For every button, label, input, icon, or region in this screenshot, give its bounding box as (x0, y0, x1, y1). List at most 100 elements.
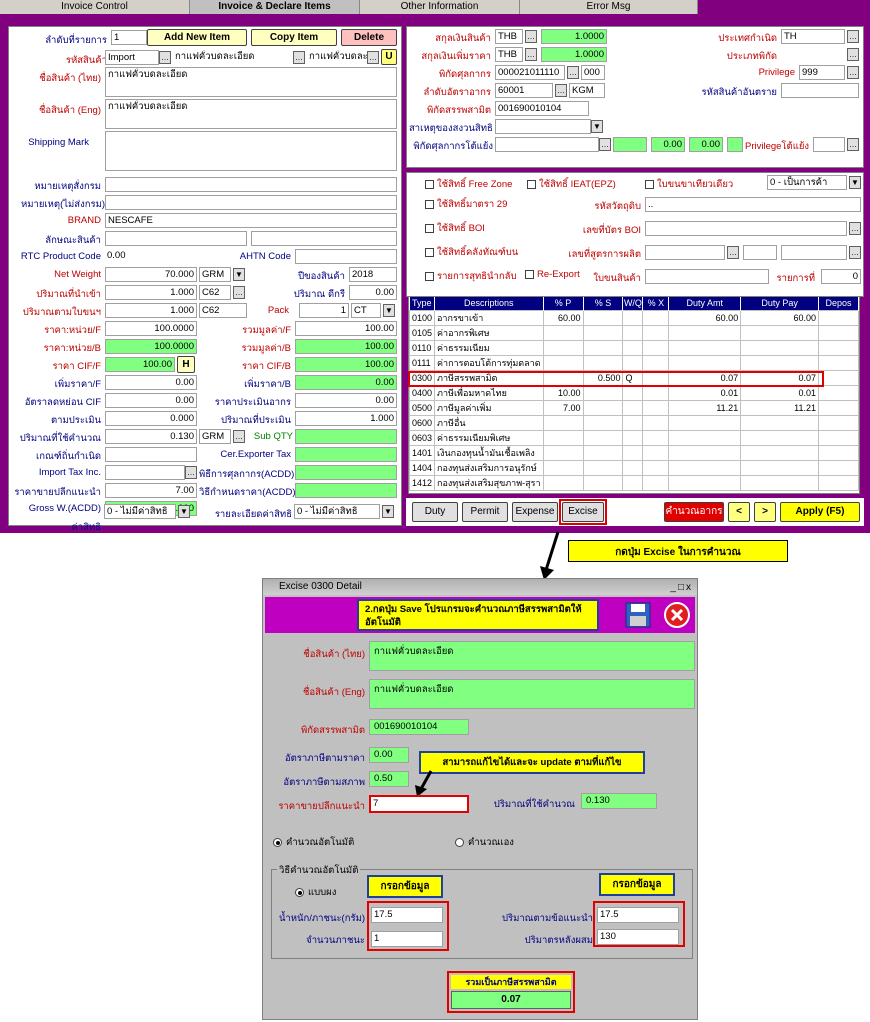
formula-field-3[interactable] (781, 245, 847, 260)
shipping-mark-field[interactable] (105, 131, 397, 171)
next-button[interactable]: > (754, 502, 776, 522)
dlg-retail-field[interactable]: 7 (369, 795, 469, 813)
qty-tax-field[interactable]: 0.00 (349, 285, 397, 300)
privilege-type-lookup-icon[interactable]: … (847, 48, 859, 61)
right-detail-dropdown-icon[interactable]: ▼ (382, 505, 394, 518)
origin-rule-field[interactable] (105, 447, 197, 462)
save-icon[interactable] (625, 602, 651, 628)
grid-header-3[interactable]: % S (583, 297, 624, 310)
note2-field[interactable] (105, 195, 397, 210)
tariff-adj-lookup-icon[interactable]: … (599, 138, 611, 151)
ieat-checkbox[interactable] (527, 180, 536, 189)
stat-unit-field[interactable]: KGM (569, 83, 605, 98)
qty-unit[interactable]: C62 (199, 285, 231, 300)
close-icon[interactable] (663, 601, 691, 629)
import-tax-field[interactable] (105, 465, 185, 480)
reason-field[interactable] (495, 119, 591, 134)
pack-field[interactable]: 1 (299, 303, 349, 318)
table-row[interactable]: 1404 กองทุนส่งเสริมการอนุรักษ์ (409, 459, 859, 476)
privilege-field[interactable]: 999 (799, 65, 845, 80)
transit-dropdown-icon[interactable]: ▼ (849, 176, 861, 189)
copy-item-button[interactable]: Copy Item (251, 29, 337, 46)
table-row[interactable]: 1401 เงินกองทุนน้ำมันเชื้อเพลิง (409, 444, 859, 461)
table-row[interactable]: 0100 อากรขาเข้า 60.00 60.00 60.00 (409, 309, 859, 326)
stat-lookup-icon[interactable]: … (555, 84, 567, 97)
grid-header-1[interactable]: Descriptions (434, 297, 544, 310)
tariff-field[interactable]: 000021011110 (495, 65, 565, 80)
currency-lookup-icon[interactable]: … (525, 30, 537, 43)
right-detail-select[interactable]: 0 - ไม่มีค่าสิทธิ (294, 504, 380, 519)
free-zone-checkbox[interactable] (425, 180, 434, 189)
tab-invoice-control[interactable]: Invoice Control (0, 0, 190, 14)
boi-check[interactable]: ใช้สิทธิ์ BOI (425, 221, 485, 236)
assess-field[interactable]: 0.00 (295, 393, 397, 408)
sec29-code-field[interactable]: .. (645, 197, 861, 212)
total-f-field[interactable]: 100.00 (295, 321, 397, 336)
reason-dropdown-icon[interactable]: ▼ (591, 120, 603, 133)
pack-unit-dropdown-icon[interactable]: ▼ (383, 304, 395, 317)
delete-button[interactable]: Delete (341, 29, 397, 46)
feature-field-2[interactable] (251, 231, 397, 246)
grid-header-7[interactable]: Duty Pay (740, 297, 820, 310)
name-en-field[interactable]: กาแฟคั่วบดละเอียด (105, 99, 397, 129)
permit-button[interactable]: Permit (462, 502, 508, 522)
disc-field[interactable]: 0.00 (105, 393, 197, 408)
qty-label-field[interactable]: 17.5 (597, 907, 679, 923)
privilege-lookup-icon[interactable]: … (847, 66, 859, 79)
net-weight-field[interactable]: 70.000 (105, 267, 197, 282)
formula-field[interactable] (645, 245, 725, 260)
auto-radio-dot[interactable] (273, 838, 282, 847)
tab-other-information[interactable]: Other Information (360, 0, 520, 14)
ieat-check[interactable]: ใช้สิทธิ์ IEAT(EPZ) (527, 177, 616, 192)
grid-header-5[interactable]: % X (642, 297, 670, 310)
bonded-check[interactable]: ใช้สิทธิ์คลังทัณฑ์บน (425, 245, 518, 260)
reexport-check[interactable]: Re-Export (525, 269, 580, 280)
qty-field[interactable]: 1.000 (105, 285, 197, 300)
name-th-field[interactable]: กาแฟคั่วบดละเอียด (105, 67, 397, 97)
danger-field[interactable] (781, 83, 859, 98)
refund-checkbox[interactable] (425, 272, 434, 281)
excise-code-field[interactable]: 001690010104 (495, 101, 589, 116)
stat-field[interactable]: 60001 (495, 83, 553, 98)
price-f-field[interactable]: 100.0000 (105, 321, 197, 336)
add-new-item-button[interactable]: Add New Item (147, 29, 247, 46)
currency-field[interactable]: THB (495, 29, 523, 44)
grid-header-4[interactable]: W/Q (622, 297, 644, 310)
free-zone-check[interactable]: ใช้สิทธิ์ Free Zone (425, 177, 512, 192)
table-row[interactable]: 0111 ค่าการตอบโต้การทุ่มตลาด (409, 354, 859, 371)
import-tax-lookup-icon[interactable]: … (185, 466, 197, 479)
calc-unit-lookup-icon[interactable]: … (233, 430, 245, 443)
origin-lookup-icon[interactable]: … (847, 30, 859, 43)
u-button[interactable]: U (381, 49, 397, 65)
containers-field[interactable]: 1 (371, 931, 443, 947)
currency2-field[interactable]: THB (495, 47, 523, 62)
item-ref-field[interactable]: 0 (821, 269, 861, 284)
duty-button[interactable]: Duty (412, 502, 458, 522)
tab-invoice-declare-items[interactable]: Invoice & Declare Items (190, 0, 360, 14)
manual-radio-dot[interactable] (455, 838, 464, 847)
sec29-check[interactable]: ใช้สิทธิ์มาตรา 29 (425, 197, 507, 212)
qty-after-field[interactable]: 130 (597, 929, 679, 945)
calc-button[interactable]: คำนวณอากร (664, 502, 724, 522)
table-row[interactable]: 0500 ภาษีมูลค่าเพิ่ม 7.00 11.21 11.21 (409, 399, 859, 416)
weight-field[interactable]: 17.5 (371, 907, 443, 923)
grid-header-2[interactable]: % P (543, 297, 584, 310)
tariff-lookup-icon[interactable]: … (567, 66, 579, 79)
auto-radio[interactable]: คำนวณอัตโนมัติ (273, 835, 354, 850)
table-row[interactable]: 0600 ภาษีอื่น (409, 414, 859, 431)
grid-header-6[interactable]: Duty Amt (668, 297, 742, 310)
reexport-checkbox[interactable] (525, 270, 534, 279)
assess2-field[interactable]: 0.000 (105, 411, 197, 426)
split-radio[interactable]: แบบผง (295, 885, 336, 900)
origin-field[interactable]: TH (781, 29, 845, 44)
ahtn-field[interactable] (295, 249, 397, 264)
net-weight-unit-dropdown-icon[interactable]: ▼ (233, 268, 245, 281)
refund-check[interactable]: รายการสุทธินำกลับ (425, 269, 516, 284)
rtc-field[interactable]: 0.00 (105, 249, 197, 264)
boi-card-field[interactable] (645, 221, 847, 236)
prev-button[interactable]: < (728, 502, 750, 522)
brand-field[interactable]: NESCAFE (105, 213, 397, 228)
split-radio-dot[interactable] (295, 888, 304, 897)
note1-field[interactable] (105, 177, 397, 192)
net-weight-unit[interactable]: GRM (199, 267, 231, 282)
